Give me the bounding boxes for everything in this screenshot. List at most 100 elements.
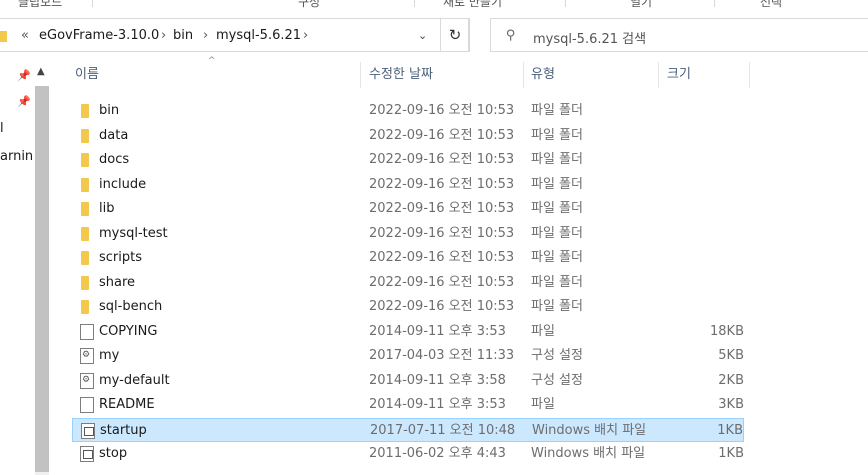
breadcrumb-mysql[interactable]: mysql-5.6.21	[216, 28, 301, 43]
file-size	[684, 148, 744, 172]
file-modified-date: 2022-09-16 오전 10:53	[369, 250, 515, 265]
file-type: 파일 폴더	[531, 103, 583, 118]
file-row[interactable]: README 2014-09-11 오후 3:53 파일 3KB	[72, 393, 744, 417]
search-box[interactable]: ⚲ mysql-5.6.21 검색	[490, 18, 868, 52]
file-type: 파일	[531, 397, 555, 412]
file-name: startup	[100, 422, 147, 438]
file-row[interactable]: startup 2017-07-11 오전 10:48 Windows 배치 파일 1…	[72, 417, 744, 442]
file-row[interactable]: stop 2011-06-02 오후 4:43 Windows 배치 파일 1KB	[72, 442, 744, 466]
file-row[interactable]: lib 2022-09-16 오전 10:53 파일 폴더	[72, 197, 744, 221]
file-modified-date: 2014-09-11 오후 3:58	[369, 372, 506, 388]
batch-file-icon	[81, 422, 95, 439]
file-name: bin	[99, 103, 120, 118]
folder-icon	[0, 31, 7, 42]
pin-icon[interactable]: 📌	[17, 95, 31, 108]
address-bar[interactable]: « eGovFrame-3.10.0 › bin › mysql-5.6.21 …	[0, 18, 469, 52]
overflow-chevron-icon[interactable]: «	[21, 28, 29, 43]
file-modified-date: 2022-09-16 오전 10:53	[369, 299, 515, 314]
file-row[interactable]: sql-bench 2022-09-16 오전 10:53 파일 폴더	[72, 295, 744, 319]
file-row[interactable]: data 2022-09-16 오전 10:53 파일 폴더	[72, 124, 744, 148]
file-name: docs	[99, 152, 130, 167]
breadcrumb-separator-icon[interactable]: ›	[303, 28, 308, 43]
file-name: share	[99, 274, 136, 290]
config-file-icon	[80, 372, 94, 389]
file-name: mysql-test	[99, 225, 168, 241]
file-modified-date: 2022-09-16 오전 10:53	[369, 201, 515, 216]
file-row[interactable]: scripts 2022-09-16 오전 10:53 파일 폴더	[72, 246, 744, 270]
column-header-date[interactable]: 수정한 날짜	[369, 62, 433, 88]
file-row[interactable]: my 2017-04-03 오전 11:33 구성 설정 5KB	[72, 344, 744, 368]
file-modified-date: 2017-04-03 오전 11:33	[369, 348, 515, 363]
folder-icon	[81, 202, 89, 216]
scroll-up-icon[interactable]: ▲	[37, 66, 45, 77]
file-size	[684, 271, 744, 295]
ribbon-divider	[714, 0, 715, 7]
column-divider[interactable]	[749, 62, 750, 88]
file-row[interactable]: COPYING 2014-09-11 오후 3:53 파일 18KB	[72, 320, 744, 344]
breadcrumb-separator-icon[interactable]: ›	[161, 28, 166, 43]
file-modified-date: 2022-09-16 오전 10:53	[369, 103, 515, 118]
column-header-type[interactable]: 유형	[531, 62, 555, 88]
search-icon: ⚲	[506, 28, 516, 43]
nav-item[interactable]: arnin	[0, 149, 33, 164]
ribbon-group-select: 선택	[760, 0, 783, 9]
breadcrumb-egovframe[interactable]: eGovFrame-3.10.0	[39, 28, 159, 43]
file-size: 18KB	[710, 323, 744, 339]
file-row[interactable]: my-default 2014-09-11 오후 3:58 구성 설정 2KB	[72, 369, 744, 393]
column-divider[interactable]	[523, 62, 524, 88]
file-size	[684, 295, 744, 319]
file-row[interactable]: mysql-test 2022-09-16 오전 10:53 파일 폴더	[72, 222, 744, 246]
file-icon	[80, 397, 94, 413]
file-type: Windows 배치 파일	[532, 422, 647, 438]
file-type: 파일 폴더	[531, 225, 583, 241]
nav-item[interactable]: l	[0, 121, 4, 136]
file-name: stop	[99, 446, 128, 461]
file-name: lib	[99, 201, 115, 216]
search-input[interactable]: mysql-5.6.21 검색	[533, 28, 646, 47]
sort-ascending-icon: ^	[208, 56, 216, 66]
file-row[interactable]: bin 2022-09-16 오전 10:53 파일 폴더	[72, 99, 744, 123]
file-size: 1KB	[717, 422, 743, 438]
file-type: 파일 폴더	[531, 299, 583, 314]
file-type: 파일 폴더	[531, 127, 583, 143]
config-file-icon	[80, 348, 94, 364]
refresh-button[interactable]: ↻	[440, 18, 470, 52]
file-row[interactable]: share 2022-09-16 오전 10:53 파일 폴더	[72, 271, 744, 295]
file-modified-date: 2017-07-11 오전 10:48	[370, 422, 516, 438]
file-name: README	[99, 397, 155, 412]
address-row: « eGovFrame-3.10.0 › bin › mysql-5.6.21 …	[0, 18, 868, 52]
file-modified-date: 2011-06-02 오후 4:43	[369, 446, 506, 461]
file-row[interactable]: include 2022-09-16 오전 10:53 파일 폴더	[72, 173, 744, 197]
file-size: 2KB	[718, 372, 744, 388]
column-header-name[interactable]: 이름	[75, 62, 99, 88]
folder-icon	[81, 251, 89, 265]
file-type: 파일 폴더	[531, 176, 583, 192]
ribbon-group-clipboard: 클립보드	[18, 0, 63, 9]
ribbon-group-labels: 클립보드 구성 새로 만들기 열기 선택	[0, 0, 868, 9]
pin-icon[interactable]: 📌	[17, 69, 31, 82]
file-type: 파일 폴더	[531, 201, 583, 216]
breadcrumb-bin[interactable]: bin	[173, 28, 193, 43]
folder-icon	[81, 128, 89, 143]
address-dropdown-icon[interactable]: ⌄	[418, 29, 427, 42]
file-size	[684, 99, 744, 123]
file-row[interactable]: docs 2022-09-16 오전 10:53 파일 폴더	[72, 148, 744, 172]
file-name: my-default	[99, 372, 170, 388]
column-divider[interactable]	[658, 62, 659, 88]
file-size: 3KB	[718, 397, 744, 412]
file-modified-date: 2022-09-16 오전 10:53	[369, 225, 515, 241]
file-name: scripts	[99, 250, 142, 265]
folder-icon	[81, 177, 89, 192]
column-divider[interactable]	[360, 62, 361, 88]
file-name: include	[99, 176, 147, 192]
breadcrumb-separator-icon[interactable]: ›	[203, 28, 208, 43]
file-type: 파일	[531, 323, 555, 339]
column-header-size[interactable]: 크기	[667, 62, 691, 88]
file-size: 1KB	[718, 446, 744, 461]
nav-scrollbar-thumb[interactable]	[35, 86, 49, 472]
ribbon-group-organize: 구성	[298, 0, 321, 9]
file-name: sql-bench	[99, 299, 163, 314]
ribbon-divider	[414, 0, 415, 7]
file-name: COPYING	[99, 323, 158, 339]
folder-icon	[81, 104, 89, 118]
